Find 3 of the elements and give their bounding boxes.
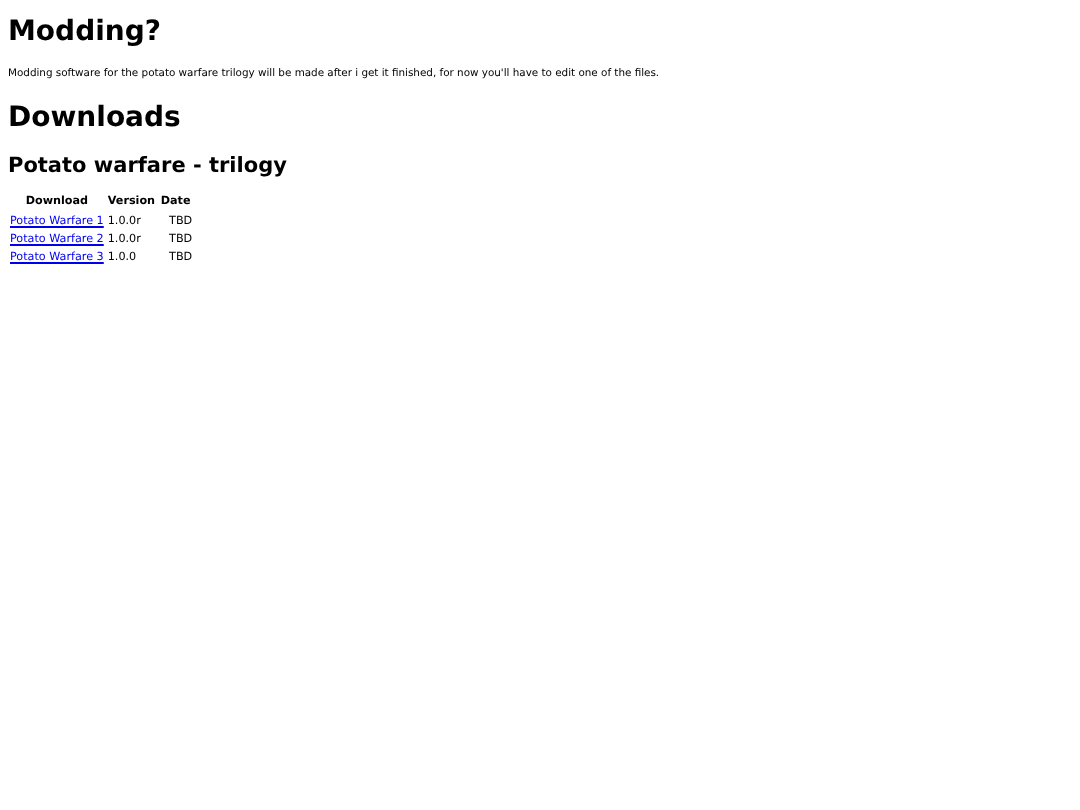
subsection-heading: Potato warfare - trilogy bbox=[8, 154, 289, 178]
page-heading: Modding? bbox=[8, 16, 164, 48]
section-heading: Downloads bbox=[8, 102, 183, 134]
